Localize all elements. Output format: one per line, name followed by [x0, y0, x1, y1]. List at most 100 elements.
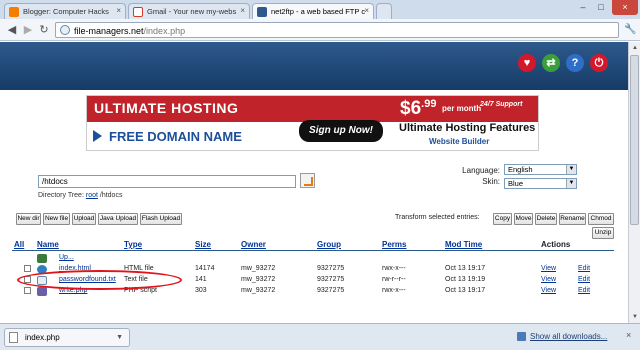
address-bar[interactable]: file-managers.net/index.php — [55, 22, 619, 38]
show-all-downloads-link[interactable]: Show all downloads... — [530, 332, 607, 341]
reload-icon[interactable]: ↻ — [37, 23, 51, 37]
file-size: 14174 — [195, 265, 215, 272]
downloads-icon — [517, 332, 526, 341]
rename-button[interactable]: Rename — [559, 213, 586, 225]
sort-owner-link[interactable]: Owner — [241, 240, 266, 249]
tab-gmail[interactable]: Gmail - Your new my-webs × — [128, 3, 250, 19]
arrow-icon — [93, 130, 102, 142]
file-size: 141 — [195, 276, 207, 283]
view-link[interactable]: View — [541, 265, 556, 272]
java-upload-button[interactable]: Java Upload — [98, 213, 138, 225]
sort-size-link[interactable]: Size — [195, 240, 211, 249]
net2ftp-icon — [257, 7, 267, 17]
sort-type-link[interactable]: Type — [124, 240, 142, 249]
new-tab-button[interactable] — [376, 3, 392, 19]
banner-free-domain: FREE DOMAIN NAME — [87, 122, 290, 150]
tree-root-link[interactable]: root — [86, 192, 98, 199]
banner-price: $6.99 — [400, 98, 437, 119]
logout-icon[interactable]: ⏻ — [590, 54, 608, 72]
sort-perms-link[interactable]: Perms — [382, 240, 406, 249]
document-icon — [9, 332, 18, 343]
sort-name-link[interactable]: Name — [37, 240, 59, 249]
tab-title: Gmail - Your new my-webs — [147, 7, 237, 16]
view-link[interactable]: View — [541, 287, 556, 294]
go-button[interactable] — [300, 173, 315, 188]
signup-button[interactable]: Sign up Now! — [299, 120, 383, 142]
globe-icon — [60, 25, 70, 35]
edit-link[interactable]: Edit — [578, 287, 590, 294]
close-tab-icon[interactable]: × — [116, 6, 121, 15]
back-icon[interactable]: ◀ — [5, 23, 19, 37]
directory-tree: Directory Tree: root /htdocs — [38, 192, 123, 199]
move-button[interactable]: Move — [514, 213, 533, 225]
sort-group-link[interactable]: Group — [317, 240, 341, 249]
file-owner: mw_93272 — [241, 276, 276, 283]
table-divider — [12, 250, 614, 251]
skin-label: Skin: — [482, 177, 500, 186]
close-tab-icon[interactable]: × — [364, 6, 369, 15]
minimize-icon[interactable]: – — [574, 2, 592, 15]
up-folder-icon — [37, 254, 47, 263]
banner-per-month: per month — [442, 104, 482, 113]
tab-bar: Blogger: Computer Hacks × Gmail - Your n… — [0, 0, 640, 19]
scroll-up-icon[interactable]: ▲ — [630, 43, 640, 53]
banner-builder: Website Builder — [429, 137, 490, 146]
actions-header: Actions — [541, 240, 571, 249]
tab-blogger[interactable]: Blogger: Computer Hacks × — [4, 3, 126, 19]
directory-input[interactable]: /htdocs — [38, 175, 296, 188]
file-mtime: Oct 13 19:17 — [445, 287, 486, 294]
new-file-button[interactable]: New file — [43, 213, 70, 225]
refresh-icon[interactable]: ⇄ — [542, 54, 560, 72]
file-mtime: Oct 13 19:17 — [445, 265, 486, 272]
unzip-button[interactable]: Unzip — [592, 227, 614, 239]
navigation-bar: ◀ ▶ ↻ file-managers.net/index.php 🔧 — [0, 19, 640, 41]
maximize-icon[interactable]: □ — [592, 2, 610, 15]
ad-banner[interactable]: ULTIMATE HOSTING FREE DOMAIN NAME $6.99 … — [86, 95, 539, 151]
delete-button[interactable]: Delete — [535, 213, 557, 225]
forward-icon[interactable]: ▶ — [21, 23, 35, 37]
heart-icon[interactable]: ♥ — [518, 54, 536, 72]
tab-title: Blogger: Computer Hacks — [23, 7, 109, 16]
upload-button[interactable]: Upload — [72, 213, 96, 225]
language-label: Language: — [462, 166, 500, 175]
file-name-link[interactable]: Up... — [59, 254, 74, 261]
close-tab-icon[interactable]: × — [240, 6, 245, 15]
skin-select[interactable]: Blue ▼ — [504, 178, 577, 189]
close-download-bar-icon[interactable]: × — [626, 330, 631, 340]
file-owner: mw_93272 — [241, 265, 276, 272]
file-perms: rwx-x--- — [382, 265, 406, 272]
scroll-thumb[interactable] — [630, 55, 639, 225]
download-item[interactable]: index.php ▼ — [4, 328, 130, 347]
file-owner: mw_93272 — [241, 287, 276, 294]
transform-label: Transform selected entries: — [395, 214, 480, 221]
chevron-down-icon[interactable]: ▼ — [116, 334, 123, 341]
tab-net2ftp[interactable]: net2ftp - a web based FTP c × — [252, 3, 374, 19]
banner-price-strip: $6.99 per month 24/7 Support — [290, 96, 538, 122]
flash-upload-button[interactable]: Flash Upload — [140, 213, 182, 225]
blogger-icon — [9, 7, 19, 17]
wrench-icon[interactable]: 🔧 — [624, 24, 636, 35]
select-all-link[interactable]: All — [14, 240, 24, 249]
close-window-icon[interactable]: × — [612, 0, 638, 15]
row-checkbox[interactable] — [24, 265, 31, 272]
chevron-down-icon: ▼ — [566, 179, 576, 188]
file-group: 9327275 — [317, 265, 345, 272]
edit-link[interactable]: Edit — [578, 265, 590, 272]
url-text: file-managers.net/index.php — [74, 26, 186, 36]
file-group: 9327275 — [317, 287, 345, 294]
scroll-down-icon[interactable]: ▼ — [630, 312, 640, 322]
chmod-button[interactable]: Chmod — [588, 213, 614, 225]
banner-features: Ultimate Hosting Features — [399, 122, 536, 134]
page-header: ♥ ⇄ ? ⏻ — [0, 42, 628, 90]
help-icon[interactable]: ? — [566, 54, 584, 72]
file-perms: rwx-x--- — [382, 287, 406, 294]
table-row[interactable]: Up... — [12, 253, 614, 264]
language-select[interactable]: English ▼ — [504, 164, 577, 175]
row-checkbox[interactable] — [24, 287, 31, 294]
new-dir-button[interactable]: New dir — [16, 213, 41, 225]
vertical-scrollbar[interactable]: ▲ ▼ — [628, 42, 640, 323]
sort-modtime-link[interactable]: Mod Time — [445, 240, 482, 249]
copy-button[interactable]: Copy — [493, 213, 512, 225]
view-link[interactable]: View — [541, 276, 556, 283]
edit-link[interactable]: Edit — [578, 276, 590, 283]
